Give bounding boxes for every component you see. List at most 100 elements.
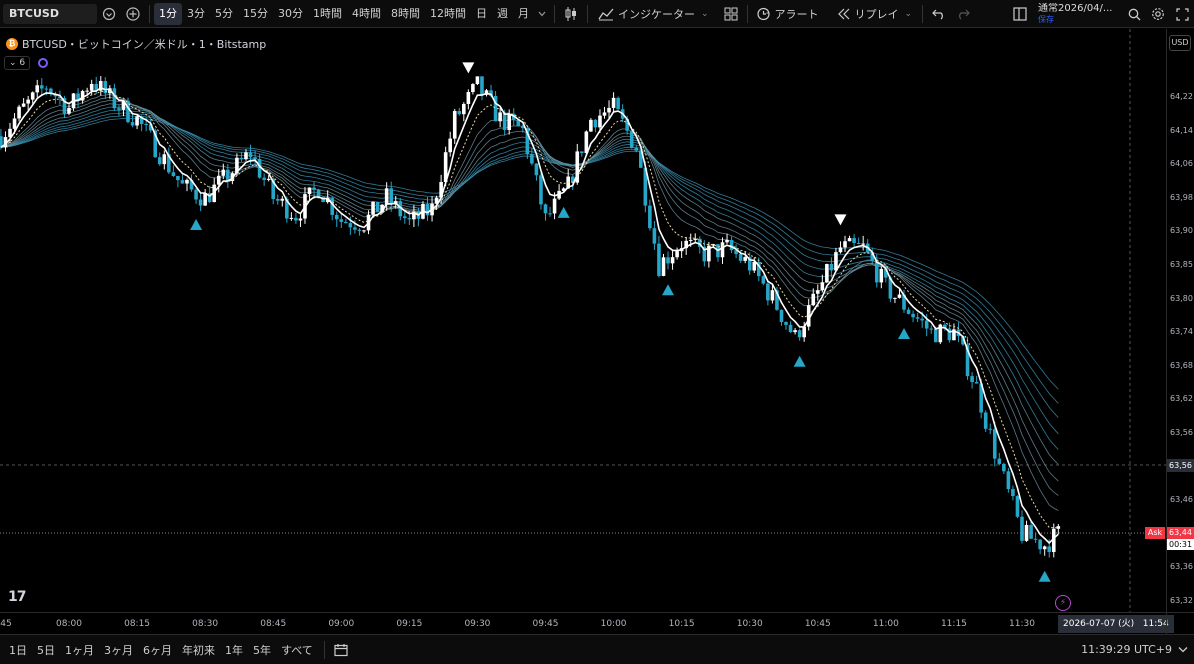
range-1m[interactable]: 1ヶ月	[60, 642, 99, 658]
candle-body	[507, 113, 511, 130]
candle	[49, 87, 53, 97]
candle-body	[144, 124, 148, 126]
rewind-icon	[837, 8, 849, 19]
redo-icon[interactable]	[951, 2, 975, 26]
chevron-down-icon[interactable]	[534, 2, 550, 26]
symbol-search[interactable]: BTCUSD	[3, 3, 97, 24]
price-chart[interactable]	[0, 29, 1166, 612]
interval-8h[interactable]: 8時間	[386, 3, 425, 25]
candle	[983, 410, 988, 432]
range-1y[interactable]: 1年	[220, 642, 248, 658]
chevron-down-icon: ⌄	[904, 8, 913, 19]
currency-selector[interactable]: USD	[1169, 35, 1191, 51]
candle	[761, 274, 766, 286]
fullscreen-icon[interactable]	[1170, 2, 1194, 26]
candle	[534, 163, 539, 181]
candle-body	[12, 118, 17, 129]
range-5y[interactable]: 5年	[248, 642, 276, 658]
candle-body	[21, 103, 26, 107]
interval-5m[interactable]: 5分	[210, 3, 238, 25]
candle	[852, 234, 856, 248]
interval-1w[interactable]: 週	[492, 3, 513, 25]
indicators-icon	[598, 8, 614, 20]
candle	[1011, 485, 1015, 501]
interval-1h[interactable]: 1時間	[308, 3, 347, 25]
chart-pane[interactable]	[0, 29, 1166, 612]
interval-3m[interactable]: 3分	[182, 3, 210, 25]
candle	[1006, 468, 1011, 493]
range-3m[interactable]: 3ヶ月	[99, 642, 138, 658]
time-axis[interactable]: 11:30 11:15 11:00 10:45 10:30 10:15 10:00 09:45…	[0, 612, 1174, 634]
price-tick-label: 63,56	[1170, 428, 1193, 437]
candle	[35, 79, 40, 98]
interval-4h[interactable]: 4時間	[347, 3, 386, 25]
range-1d[interactable]: 1日	[4, 642, 32, 658]
time-tick-label: 45	[0, 619, 12, 629]
templates-icon[interactable]	[719, 2, 743, 26]
candle-body	[1033, 538, 1038, 540]
candle	[298, 212, 303, 227]
crosshair-date-label: 2026-07-07 (火) 11:54	[1058, 615, 1174, 633]
interval-30m[interactable]: 30分	[273, 3, 308, 25]
time-tick-label: 09:45	[532, 619, 559, 629]
candle-style-icon[interactable]	[559, 2, 583, 26]
bitcoin-icon: ₿	[6, 38, 18, 50]
chevron-down-icon[interactable]	[1178, 644, 1188, 657]
candle-body	[1047, 546, 1052, 553]
calendar-icon[interactable]	[329, 638, 353, 662]
undo-icon[interactable]	[927, 2, 951, 26]
candle-body	[1024, 524, 1029, 541]
time-tick-label: 08:45	[260, 619, 287, 629]
layout-menu[interactable]: 通常2026/04/... 保存	[1038, 3, 1120, 25]
interval-1mo[interactable]: 月	[513, 3, 534, 25]
indicators-label: インジケーター	[618, 7, 695, 21]
candle	[262, 173, 266, 186]
indicators-button[interactable]: インジケーター ⌄	[598, 6, 709, 22]
candle-body	[130, 122, 135, 126]
candle-body	[67, 108, 71, 114]
divider	[587, 4, 588, 23]
indicators-collapse-toggle[interactable]: ⌄ 6	[4, 56, 31, 70]
candle	[416, 207, 421, 227]
interval-12h[interactable]: 12時間	[425, 3, 471, 25]
range-5d[interactable]: 5日	[32, 642, 60, 658]
candle	[135, 115, 139, 130]
add-symbol-icon[interactable]	[121, 2, 145, 26]
interval-1d[interactable]: 日	[471, 3, 492, 25]
candle-body	[784, 322, 788, 325]
candle-body	[194, 189, 198, 200]
last-price-label: 63,44	[1167, 527, 1194, 539]
candle-body	[262, 177, 266, 180]
candle	[21, 98, 26, 108]
time-tick-label: 10:45	[804, 619, 831, 629]
range-all[interactable]: すべて	[276, 642, 318, 658]
alert-button[interactable]: アラート	[756, 6, 819, 22]
utc-clock[interactable]: 11:39:29 UTC+9	[1081, 635, 1172, 664]
candle	[675, 247, 679, 260]
layout-icon[interactable]	[1008, 2, 1032, 26]
indicator-status-icon[interactable]	[38, 58, 49, 68]
candle-body	[389, 188, 394, 205]
time-tick-label: 09:00	[328, 619, 355, 629]
time-tick-label: 08:30	[192, 619, 219, 629]
price-axis[interactable]: USD 64,22 64,14 64,06 63,98 63,90 63,85 63,80 6…	[1166, 29, 1194, 612]
interval-15m[interactable]: 15分	[238, 3, 273, 25]
price-tick-label: 63,62	[1170, 394, 1193, 404]
interval-1m[interactable]: 1分	[154, 2, 182, 25]
candle-body	[362, 230, 366, 232]
candle	[198, 193, 203, 212]
candle	[17, 104, 21, 122]
search-icon[interactable]	[1122, 2, 1146, 26]
candles	[0, 76, 1061, 558]
buy-signal-triangle	[557, 206, 570, 218]
candle-body	[861, 243, 865, 245]
replay-button[interactable]: リプレイ ⌄	[837, 6, 913, 22]
settings-icon[interactable]	[1146, 2, 1170, 26]
lightning-icon[interactable]: ⚡	[1055, 595, 1071, 611]
candle-body	[457, 111, 462, 115]
range-ytd[interactable]: 年初来	[177, 642, 220, 658]
compare-icon[interactable]	[97, 2, 121, 26]
candle-body	[353, 227, 357, 230]
candle	[1024, 520, 1029, 542]
range-6m[interactable]: 6ヶ月	[138, 642, 177, 658]
